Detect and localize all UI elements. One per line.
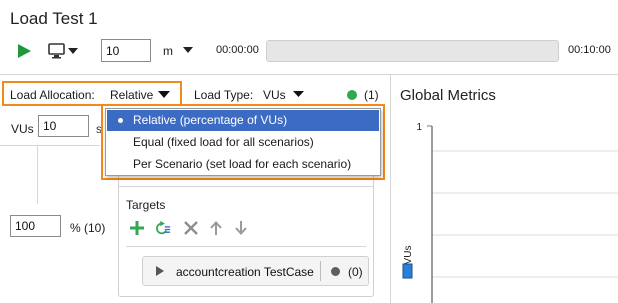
allocation-option-label: Per Scenario (set load for each scenario…	[133, 157, 352, 171]
move-down-icon[interactable]	[233, 220, 249, 236]
percentage-label: % (10)	[70, 221, 106, 235]
load-type-label: Load Type:	[194, 88, 254, 102]
monitor-dropdown-icon[interactable]	[48, 42, 80, 60]
load-test-window: Load Test 1 m 00:00:00 00:10:00 Load All…	[0, 0, 618, 303]
allocation-option-label: Relative (percentage of VUs)	[133, 113, 288, 127]
target-status-icon	[331, 267, 340, 276]
percentage-input[interactable]	[10, 215, 61, 237]
allocation-option[interactable]: Relative (percentage of VUs)	[107, 110, 379, 131]
targets-title: Targets	[126, 198, 166, 212]
chevron-down-icon[interactable]	[158, 90, 170, 99]
plot-area	[432, 126, 618, 303]
target-name[interactable]: accountcreation TestCase	[176, 265, 314, 279]
test-progress-bar	[266, 40, 559, 62]
allocation-dropdown-menu: Relative (percentage of VUs) Equal (fixed…	[105, 108, 381, 176]
vus-divider	[0, 145, 100, 146]
vus-input[interactable]	[38, 115, 89, 137]
load-type-select[interactable]: VUs	[263, 88, 286, 102]
duration-unit[interactable]: m	[163, 44, 173, 58]
global-metrics-chart: 1 VUs	[402, 122, 618, 303]
chevron-down-icon[interactable]	[183, 46, 193, 54]
toolbar-divider	[0, 74, 618, 75]
target-separator	[320, 261, 321, 281]
allocation-option[interactable]: Equal (fixed load for all scenarios)	[107, 132, 379, 153]
scenario-count: (1)	[364, 88, 379, 102]
page-title: Load Test 1	[10, 9, 98, 28]
play-icon[interactable]	[16, 43, 32, 59]
elapsed-time: 00:00:00	[216, 44, 259, 56]
allocation-guide	[37, 146, 38, 204]
vus-label: VUs	[11, 122, 34, 136]
legend-swatch-icon	[402, 263, 413, 279]
delete-icon[interactable]	[183, 220, 199, 236]
move-up-icon[interactable]	[208, 220, 224, 236]
expand-arrow-icon[interactable]	[156, 266, 164, 276]
chevron-down-icon[interactable]	[293, 90, 304, 98]
y-tick-label: 1	[416, 122, 422, 133]
duration-input[interactable]	[101, 39, 151, 62]
status-indicator-icon	[347, 90, 357, 100]
total-time: 00:10:00	[568, 44, 611, 56]
add-icon[interactable]	[129, 220, 145, 236]
targets-divider	[126, 246, 366, 247]
allocation-option[interactable]: Per Scenario (set load for each scenario…	[107, 154, 379, 175]
y-axis-label: VUs	[403, 246, 414, 265]
card-header-divider	[118, 186, 374, 187]
selected-bullet-icon	[118, 118, 123, 123]
refresh-list-icon[interactable]	[155, 220, 171, 236]
allocation-label: Load Allocation:	[10, 88, 95, 102]
allocation-option-label: Equal (fixed load for all scenarios)	[133, 135, 314, 149]
target-count: (0)	[348, 265, 363, 279]
metrics-title: Global Metrics	[400, 87, 496, 104]
allocation-select[interactable]: Relative	[110, 88, 153, 102]
